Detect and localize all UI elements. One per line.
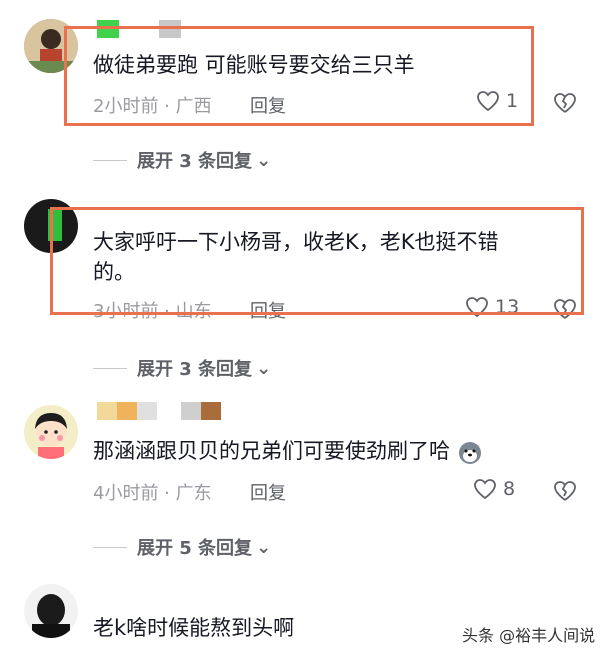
husky-emoji-icon [457,439,483,465]
like-button[interactable]: 8 [473,478,515,500]
chevron-down-icon: ⌄ [256,357,272,379]
expand-label: 展开 3 条回复 [137,359,253,380]
comment-text: 老k啥时候能熬到头啊 [93,616,295,640]
broken-heart-icon[interactable] [553,92,577,114]
expand-replies-button[interactable]: 展开 3 条回复 ⌄ [93,147,271,173]
reply-button[interactable]: 回复 [250,479,286,505]
avatar[interactable] [24,405,78,459]
avatar[interactable] [24,584,78,638]
highlight-box [64,26,534,126]
chevron-down-icon: ⌄ [256,149,272,171]
divider [93,159,127,161]
comment-time-location: 4小时前 · 广东 [93,483,212,504]
expand-replies-button[interactable]: 展开 5 条回复 ⌄ [93,534,271,560]
broken-heart-icon[interactable] [553,480,577,502]
expand-label: 展开 3 条回复 [137,151,253,172]
divider [93,367,127,369]
heart-icon [474,479,496,500]
divider [93,546,127,548]
username-blurred [97,402,221,420]
like-count: 8 [503,478,516,500]
chevron-down-icon: ⌄ [256,536,272,558]
watermark: 头条 @裕丰人间说 [462,626,596,645]
expand-label: 展开 5 条回复 [137,538,253,559]
highlight-box [50,207,584,315]
comment-text: 那涵涵跟贝贝的兄弟们可要使劲刷了哈 [93,436,553,466]
comment-text-content: 那涵涵跟贝贝的兄弟们可要使劲刷了哈 [93,439,450,463]
expand-replies-button[interactable]: 展开 3 条回复 ⌄ [93,355,271,381]
